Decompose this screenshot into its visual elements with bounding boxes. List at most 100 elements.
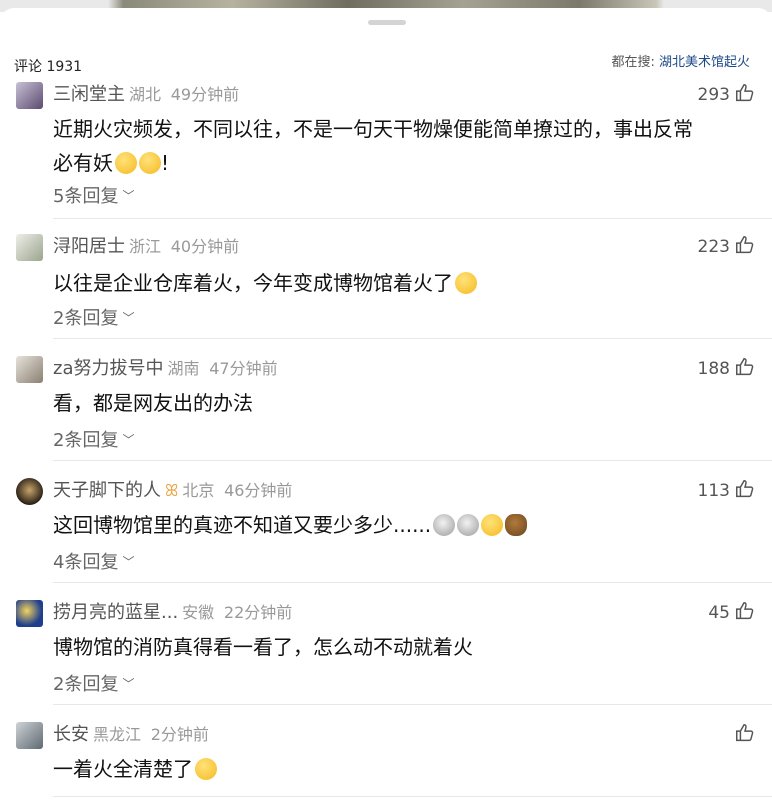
shushing-face-emoji-icon xyxy=(139,152,161,174)
timestamp: 46分钟前 xyxy=(224,481,293,500)
like-button[interactable]: 188 xyxy=(698,356,756,382)
timestamp: 2分钟前 xyxy=(150,725,209,744)
chevron-down-icon: ﹀ xyxy=(122,189,135,203)
like-count: 45 xyxy=(708,603,730,623)
comment-line: 以往是企业仓库着火，今年变成博物馆着火了 xyxy=(53,266,753,300)
location: 黑龙江 xyxy=(93,725,142,744)
comment-text: 博物馆的消防真得看一看了，怎么动不动就着火 xyxy=(53,630,753,664)
like-button[interactable]: 223 xyxy=(698,234,756,260)
comment-line: 必有妖! xyxy=(53,146,753,180)
comment-meta: 三闲堂主 湖北 49分钟前 xyxy=(53,82,239,108)
divider xyxy=(53,338,772,339)
skull-emoji-icon xyxy=(433,514,456,536)
location: 浙江 xyxy=(129,237,162,256)
thumbs-up-icon xyxy=(736,358,754,376)
reply-count: 4条回复 xyxy=(53,552,119,573)
chevron-down-icon: ﹀ xyxy=(122,311,135,325)
location: 北京 xyxy=(182,481,215,500)
comment-text: 一着火全清楚了 xyxy=(53,752,753,786)
divider xyxy=(53,460,772,461)
avatar[interactable] xyxy=(16,356,43,383)
crying-laughing-emoji-icon xyxy=(195,758,217,780)
like-button[interactable]: 113 xyxy=(698,478,756,504)
thumbs-up-icon xyxy=(736,724,754,742)
like-count: 113 xyxy=(697,481,730,501)
timestamp: 49分钟前 xyxy=(170,85,240,104)
avatar[interactable] xyxy=(16,478,43,505)
comment-text: 看，都是网友出的办法 xyxy=(53,386,753,420)
search-prefix: 都在搜: xyxy=(611,55,659,70)
comment-text: 以往是企业仓库着火，今年变成博物馆着火了 xyxy=(53,266,753,300)
comment-meta: 浔阳居士 浙江 40分钟前 xyxy=(53,234,239,260)
trending-search[interactable]: 都在搜: 湖北美术馆起火 xyxy=(611,51,750,70)
reply-count: 2条回复 xyxy=(53,430,119,451)
username[interactable]: 天子脚下的人 xyxy=(53,480,161,501)
poop-emoji-icon xyxy=(505,514,528,536)
sheet-grabber[interactable] xyxy=(368,20,406,25)
reply-count: 5条回复 xyxy=(53,186,119,207)
comment-line-text: 以往是企业仓库着火，今年变成博物馆着火了 xyxy=(53,271,453,295)
like-button[interactable]: 45 xyxy=(708,600,756,626)
comment-line: 博物馆的消防真得看一看了，怎么动不动就着火 xyxy=(53,635,473,659)
location: 湖北 xyxy=(129,85,162,104)
divider xyxy=(53,704,772,705)
vip-ribbon-icon: ꕤ xyxy=(165,481,179,500)
divider xyxy=(53,218,772,219)
username[interactable]: za努力拔号中 xyxy=(53,358,163,379)
reply-count: 2条回复 xyxy=(53,308,119,329)
like-button[interactable]: 293 xyxy=(698,82,756,108)
location: 安徽 xyxy=(182,603,215,622)
chevron-down-icon: ﹀ xyxy=(122,555,135,569)
username[interactable]: 捞月亮的蓝星... xyxy=(53,602,178,623)
username[interactable]: 浔阳居士 xyxy=(53,236,125,257)
avatar[interactable] xyxy=(16,234,43,261)
timestamp: 47分钟前 xyxy=(209,359,278,378)
like-count: 188 xyxy=(697,359,730,379)
comment-line: 看，都是网友出的办法 xyxy=(53,391,253,415)
reply-count: 2条回复 xyxy=(53,674,119,695)
thumbs-up-icon xyxy=(736,602,754,620)
comment-count: 评论 1931 xyxy=(14,59,83,75)
comment-meta: 天子脚下的人 ꕤ 北京 46分钟前 xyxy=(53,478,292,504)
replies-toggle[interactable]: 5条回复 ﹀ xyxy=(53,184,134,209)
thumbs-up-icon xyxy=(736,480,754,498)
comment-meta: za努力拔号中 湖南 47分钟前 xyxy=(53,356,278,382)
replies-toggle[interactable]: 4条回复 ﹀ xyxy=(53,550,134,575)
skull-emoji-icon xyxy=(457,514,480,536)
thumbs-up-icon xyxy=(736,84,754,102)
flushed-face-emoji-icon xyxy=(115,152,137,174)
replies-toggle[interactable]: 2条回复 ﹀ xyxy=(53,306,134,331)
username[interactable]: 三闲堂主 xyxy=(53,84,125,105)
avatar[interactable] xyxy=(16,722,43,749)
username[interactable]: 长安 xyxy=(53,724,89,745)
comment-line-text: 这回博物馆里的真迹不知道又要少多少...... xyxy=(53,513,432,537)
comment-line: 一着火全清楚了 xyxy=(53,752,753,786)
comment-meta: 捞月亮的蓝星... 安徽 22分钟前 xyxy=(53,600,292,626)
like-button[interactable] xyxy=(730,722,756,748)
location: 湖南 xyxy=(167,359,200,378)
divider xyxy=(53,796,772,797)
timestamp: 22分钟前 xyxy=(223,603,293,622)
replies-toggle[interactable]: 2条回复 ﹀ xyxy=(53,428,134,453)
chevron-down-icon: ﹀ xyxy=(122,677,135,691)
avatar[interactable] xyxy=(16,82,43,109)
comment-line-text: 一着火全清楚了 xyxy=(53,757,193,781)
comment-line-text: 必有妖 xyxy=(53,151,113,175)
timestamp: 40分钟前 xyxy=(170,237,240,256)
thumbs-up-icon xyxy=(736,236,754,254)
replies-toggle[interactable]: 2条回复 ﹀ xyxy=(53,672,134,697)
comments-header: 评论 1931 都在搜: 湖北美术馆起火 xyxy=(0,46,772,76)
comment-text: 近期火灾频发，不同以往，不是一句天干物燥便能简单撩过的，事出反常 必有妖! xyxy=(53,112,753,180)
comment-line: 这回博物馆里的真迹不知道又要少多少...... xyxy=(53,508,753,542)
crying-laughing-emoji-icon xyxy=(455,272,477,294)
comment-meta: 长安 黑龙江 2分钟前 xyxy=(53,722,209,748)
comment-text: 这回博物馆里的真迹不知道又要少多少...... xyxy=(53,508,753,542)
comment-line-tail: ! xyxy=(161,151,170,175)
chevron-down-icon: ﹀ xyxy=(122,433,135,447)
avatar[interactable] xyxy=(16,600,43,627)
like-count: 293 xyxy=(697,85,730,105)
like-count: 223 xyxy=(697,237,730,257)
comment-line: 近期火灾频发，不同以往，不是一句天干物燥便能简单撩过的，事出反常 xyxy=(53,117,693,141)
search-term-link[interactable]: 湖北美术馆起火 xyxy=(659,55,750,70)
police-officer-emoji-icon xyxy=(481,514,504,536)
